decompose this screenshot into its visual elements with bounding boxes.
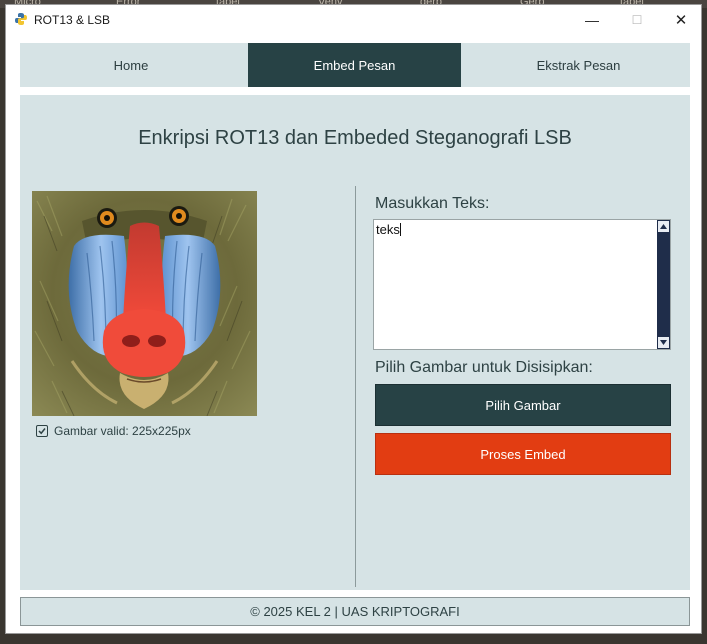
choose-image-button[interactable]: Pilih Gambar (375, 384, 671, 426)
message-textarea-value: teks (376, 222, 401, 237)
tab-label: Ekstrak Pesan (536, 57, 621, 73)
minimize-icon: — (585, 12, 599, 28)
tab-label: Home (113, 57, 149, 73)
message-textarea[interactable]: teks (373, 219, 671, 350)
text-caret (399, 223, 401, 236)
tab-home[interactable]: Home (20, 43, 242, 87)
title-bar[interactable]: ROT13 & LSB — ☐ ✕ (6, 5, 701, 35)
text-input-label: Masukkan Teks: (375, 195, 490, 212)
footer: © 2025 KEL 2 | UAS KRIPTOGRAFI (20, 597, 690, 626)
app-window: ROT13 & LSB — ☐ ✕ Home Embed Pesan Ekstr… (5, 4, 702, 634)
app-content: Home Embed Pesan Ekstrak Pesan Enkripsi … (6, 35, 701, 633)
checkbox-checked-icon (36, 425, 48, 437)
tab-embed-pesan[interactable]: Embed Pesan (248, 43, 461, 87)
tab-label: Embed Pesan (313, 57, 396, 73)
nav-tabs: Home Embed Pesan Ekstrak Pesan (20, 43, 690, 87)
close-button[interactable]: ✕ (658, 5, 704, 35)
triangle-down-icon (660, 340, 667, 345)
choose-image-label: Pilih Gambar untuk Disisipkan: (375, 359, 593, 376)
close-icon: ✕ (674, 12, 688, 29)
image-preview (32, 191, 257, 416)
vertical-divider (355, 186, 356, 587)
tab-ekstrak-pesan[interactable]: Ekstrak Pesan (467, 43, 690, 87)
button-label: Pilih Gambar (485, 397, 561, 413)
button-label: Proses Embed (480, 446, 566, 462)
scroll-down-button[interactable] (658, 337, 669, 348)
maximize-icon: ☐ (631, 13, 643, 27)
scroll-up-button[interactable] (658, 221, 669, 232)
maximize-button[interactable]: ☐ (614, 5, 660, 35)
page-title: Enkripsi ROT13 dan Embeded Steganografi … (138, 127, 572, 149)
footer-text: © 2025 KEL 2 | UAS KRIPTOGRAFI (250, 604, 460, 619)
triangle-up-icon (660, 224, 667, 229)
image-valid-text: Gambar valid: 225x225px (54, 424, 191, 438)
embed-panel: Enkripsi ROT13 dan Embeded Steganografi … (20, 95, 690, 590)
python-icon (15, 13, 27, 25)
image-valid-status: Gambar valid: 225x225px (36, 424, 191, 438)
window-title: ROT13 & LSB (34, 13, 111, 27)
textarea-scrollbar[interactable] (657, 220, 670, 349)
textarea-content: teks (376, 222, 400, 237)
process-embed-button[interactable]: Proses Embed (375, 433, 671, 475)
minimize-button[interactable]: — (569, 5, 615, 35)
